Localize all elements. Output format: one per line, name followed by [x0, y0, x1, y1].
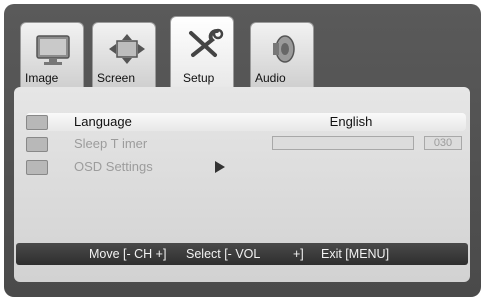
osd-settings-icon — [26, 160, 48, 175]
hint-select-close: +] — [293, 247, 304, 261]
menu-item-sleep-timer[interactable]: Sleep T imer 030 — [26, 135, 466, 153]
menu-item-osd-settings[interactable]: OSD Settings — [26, 158, 466, 176]
sleep-timer-icon — [26, 137, 48, 152]
sleep-timer-slider[interactable] — [272, 136, 414, 150]
submenu-arrow-icon[interactable] — [215, 161, 225, 173]
tab-setup-label: Setup — [183, 71, 215, 85]
monitor-icon — [36, 35, 70, 65]
speaker-icon — [273, 35, 295, 63]
tab-screen[interactable]: Screen — [92, 22, 156, 88]
hint-select: Select [- VOL — [186, 247, 261, 261]
sleep-timer-value: 030 — [424, 136, 462, 150]
hint-move: Move [- CH +] — [89, 247, 167, 261]
tab-audio-label: Audio — [255, 71, 286, 85]
sleep-timer-label: Sleep T imer — [74, 136, 148, 151]
language-label: Language — [74, 114, 132, 129]
osd-settings-label: OSD Settings — [74, 159, 153, 174]
language-icon — [26, 115, 48, 130]
hint-exit: Exit [MENU] — [321, 247, 390, 261]
tab-setup[interactable]: Setup — [170, 16, 234, 88]
key-hint-bar: Move [- CH +] Select [- VOL +] Exit [MEN… — [16, 243, 468, 265]
resize-arrows-icon — [109, 34, 145, 64]
menu-item-language[interactable]: Language English — [26, 113, 466, 131]
tab-image-label: Image — [25, 71, 59, 85]
tab-image[interactable]: Image — [20, 22, 84, 88]
language-value[interactable]: English — [296, 114, 406, 129]
tab-audio[interactable]: Audio — [250, 22, 314, 88]
tools-icon — [189, 28, 224, 57]
tab-screen-label: Screen — [97, 71, 136, 85]
